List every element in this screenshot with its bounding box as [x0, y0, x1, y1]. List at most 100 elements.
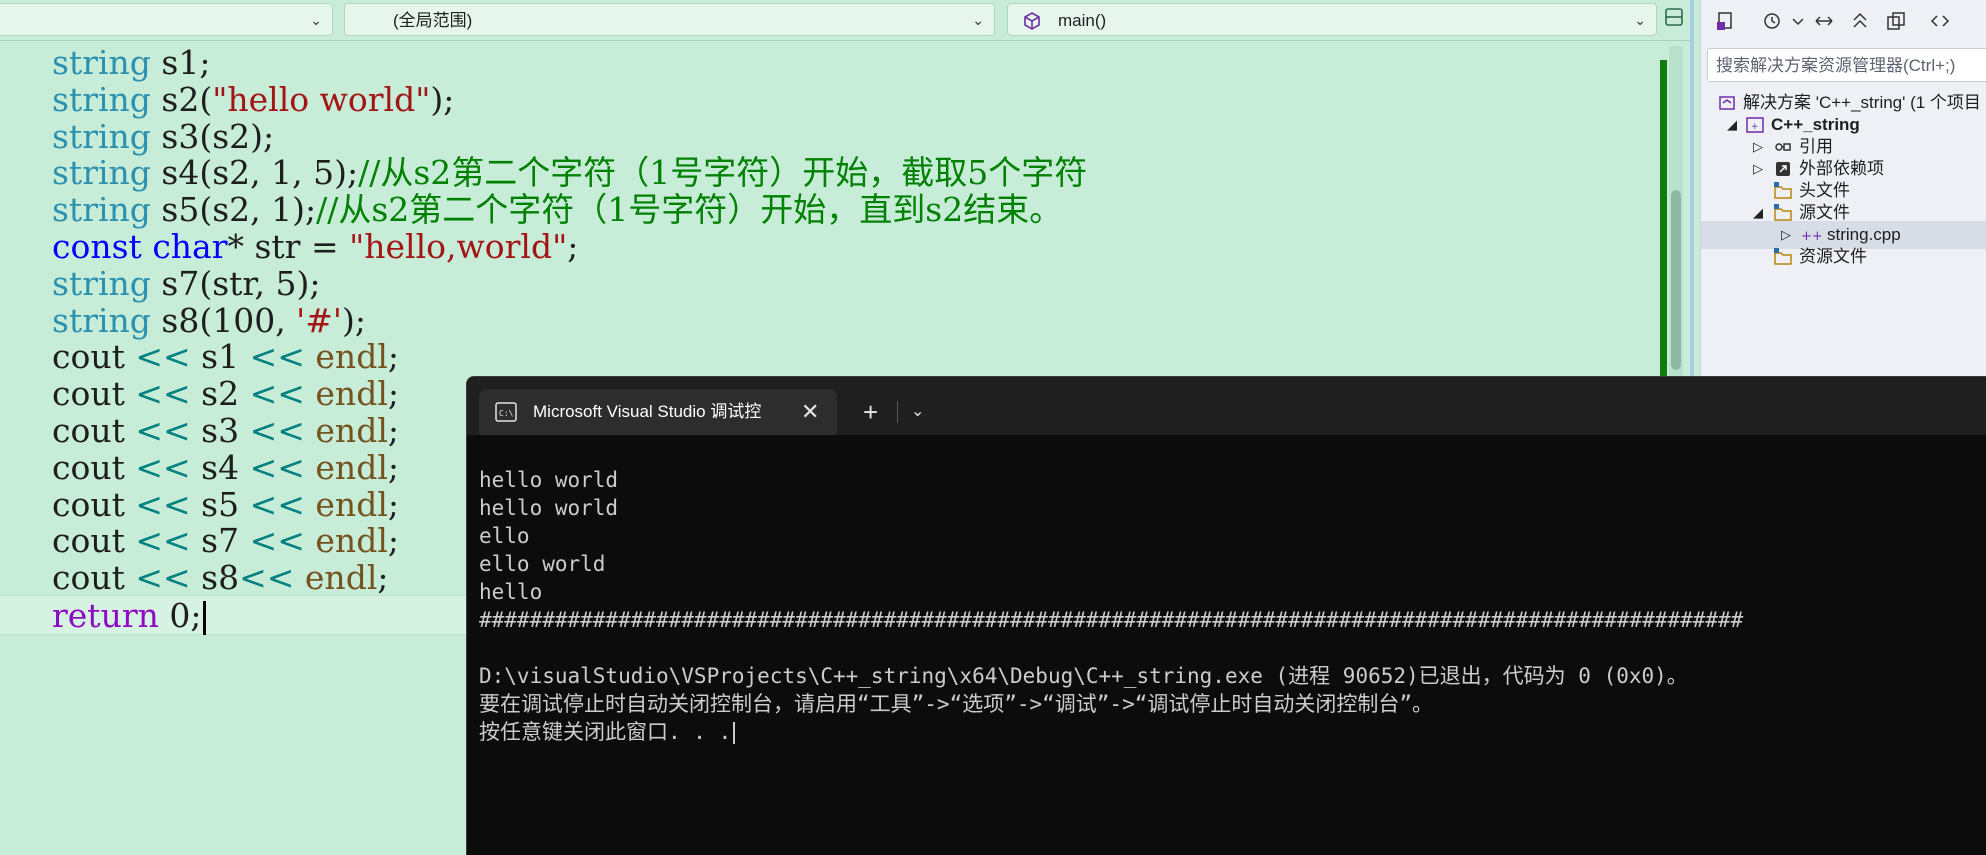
console-output-text: ello: [479, 524, 530, 548]
svg-text:C:\: C:\: [499, 409, 514, 418]
code-token: ;: [567, 227, 579, 266]
code-line[interactable]: string s3(s2);: [52, 117, 274, 157]
debug-console-window: C:\ Microsoft Visual Studio 调试控 ✕ + ⌄ he…: [466, 376, 1986, 855]
code-token: s8: [190, 558, 240, 598]
console-output-line: ello world: [479, 550, 605, 578]
code-token: s3(s2);: [150, 116, 275, 156]
folder-icon: [1774, 204, 1792, 221]
code-token: <<: [135, 447, 191, 487]
code-token: <<: [135, 484, 191, 524]
code-token: char: [152, 227, 228, 266]
code-token: s4(s2, 1, 5);: [150, 153, 359, 193]
code-line[interactable]: cout << s8<< endl;: [52, 558, 389, 598]
code-token: s3: [190, 411, 250, 450]
code-token: <<: [239, 558, 295, 598]
close-icon[interactable]: ✕: [801, 389, 819, 435]
sync-icon[interactable]: [1813, 10, 1835, 32]
code-token: <<: [135, 411, 191, 450]
code-token: s4: [190, 447, 250, 487]
project-icon: +: [1746, 117, 1764, 133]
code-token: //从s2第二个字符（1号字符）开始，截取5个字符: [358, 153, 1088, 193]
code-view-icon[interactable]: [1929, 10, 1951, 32]
code-line[interactable]: cout << s4 << endl;: [52, 448, 399, 488]
code-token: <<: [135, 521, 191, 561]
solution-icon: [1719, 96, 1735, 110]
code-token: <<: [249, 337, 305, 377]
console-output[interactable]: hello world hello world ello ello world hell…: [467, 435, 1986, 855]
file-combo[interactable]: ⌄: [0, 3, 333, 36]
chevron-down-icon[interactable]: ⌄: [911, 389, 924, 435]
code-token: <<: [249, 411, 305, 450]
new-tab-plus-icon[interactable]: +: [863, 389, 878, 435]
svg-text:++: ++: [1801, 229, 1821, 244]
code-line[interactable]: string s1;: [52, 43, 210, 83]
code-line[interactable]: cout << s1 << endl;: [52, 337, 399, 377]
history-icon[interactable]: [1761, 10, 1783, 32]
code-token: const: [52, 227, 142, 266]
folder-icon: [1774, 248, 1792, 265]
console-output-text: D:\visualStudio\VSProjects\C++_string\x6…: [479, 664, 1688, 688]
search-placeholder: 搜索解决方案资源管理器(Ctrl+;): [1716, 56, 1956, 75]
chevron-down-icon[interactable]: [1787, 10, 1809, 32]
references-icon: [1775, 143, 1791, 151]
code-line[interactable]: string s8(100, '#');: [52, 301, 366, 341]
function-combo[interactable]: main() ⌄: [1007, 3, 1657, 36]
code-token: ;: [387, 374, 399, 414]
solution-search-input[interactable]: 搜索解决方案资源管理器(Ctrl+;): [1707, 48, 1986, 82]
scope-combo[interactable]: (全局范围) ⌄: [344, 3, 995, 36]
code-token: endl: [315, 447, 388, 487]
code-token: ;: [377, 558, 389, 598]
code-token: endl: [315, 521, 388, 561]
console-output-line: 要在调试停止时自动关闭控制台，请启用“工具”->“选项”->“调试”->“调试停…: [479, 690, 1433, 718]
console-tab[interactable]: C:\ Microsoft Visual Studio 调试控 ✕: [479, 389, 837, 435]
chevron-down-icon: ⌄: [972, 12, 984, 28]
code-token: "hello world": [212, 79, 431, 119]
code-token: cout: [52, 411, 136, 450]
collapse-all-icon[interactable]: [1849, 10, 1871, 32]
code-token: s2: [190, 374, 250, 414]
editor-navigation-bar: ⌄ (全局范围) ⌄ main() ⌄: [0, 0, 1690, 41]
code-token: string: [52, 263, 151, 303]
split-window-icon[interactable]: [1664, 6, 1684, 28]
code-token: <<: [249, 374, 305, 414]
switch-views-icon[interactable]: [1715, 10, 1737, 32]
code-line[interactable]: string s5(s2, 1);//从s2第二个字符（1号字符）开始，直到s2…: [52, 190, 1062, 230]
code-line[interactable]: string s4(s2, 1, 5);//从s2第二个字符（1号字符）开始，截…: [52, 153, 1087, 193]
code-token: ;: [387, 484, 399, 524]
code-token: cout: [52, 447, 136, 487]
screen: ⌄ (全局范围) ⌄ main() ⌄ string s1; string s2(…: [0, 0, 1986, 855]
code-line[interactable]: string s7(str, 5);: [52, 264, 321, 304]
code-token: * str =: [227, 227, 350, 266]
code-token: s7: [190, 521, 250, 561]
solution-explorer-toolbar: [1701, 0, 1986, 44]
code-token: cout: [52, 337, 136, 377]
code-token: '#': [296, 300, 342, 340]
code-line[interactable]: cout << s2 << endl;: [52, 374, 399, 414]
code-line[interactable]: const char* str = "hello,world";: [52, 227, 578, 267]
code-token: s7(str, 5);: [150, 263, 321, 303]
titlebar-divider: [897, 401, 898, 423]
code-line[interactable]: cout << s5 << endl;: [52, 485, 399, 525]
cpp-file-icon: ++: [1801, 229, 1821, 244]
code-token: endl: [304, 558, 378, 598]
code-line[interactable]: string s2("hello world");: [52, 80, 454, 120]
console-output-line: hello world: [479, 494, 618, 522]
code-line[interactable]: cout << s7 << endl;: [52, 521, 399, 561]
code-token: <<: [135, 337, 191, 377]
code-token: <<: [135, 374, 191, 414]
editor-scrollbar-thumb[interactable]: [1671, 190, 1681, 370]
console-output-text: 要在调试停止时自动关闭控制台，请启用“工具”->“选项”->“调试”->“调试停…: [479, 692, 1433, 716]
code-line[interactable]: cout << s3 << endl;: [52, 411, 399, 451]
code-token: 0;: [158, 596, 202, 635]
code-token: s8(100,: [150, 300, 297, 340]
tree-item[interactable]: 资源文件: [1701, 243, 1986, 271]
copy-icon[interactable]: [1885, 10, 1907, 32]
terminal-icon: C:\: [495, 402, 517, 422]
code-token: return: [52, 596, 159, 635]
